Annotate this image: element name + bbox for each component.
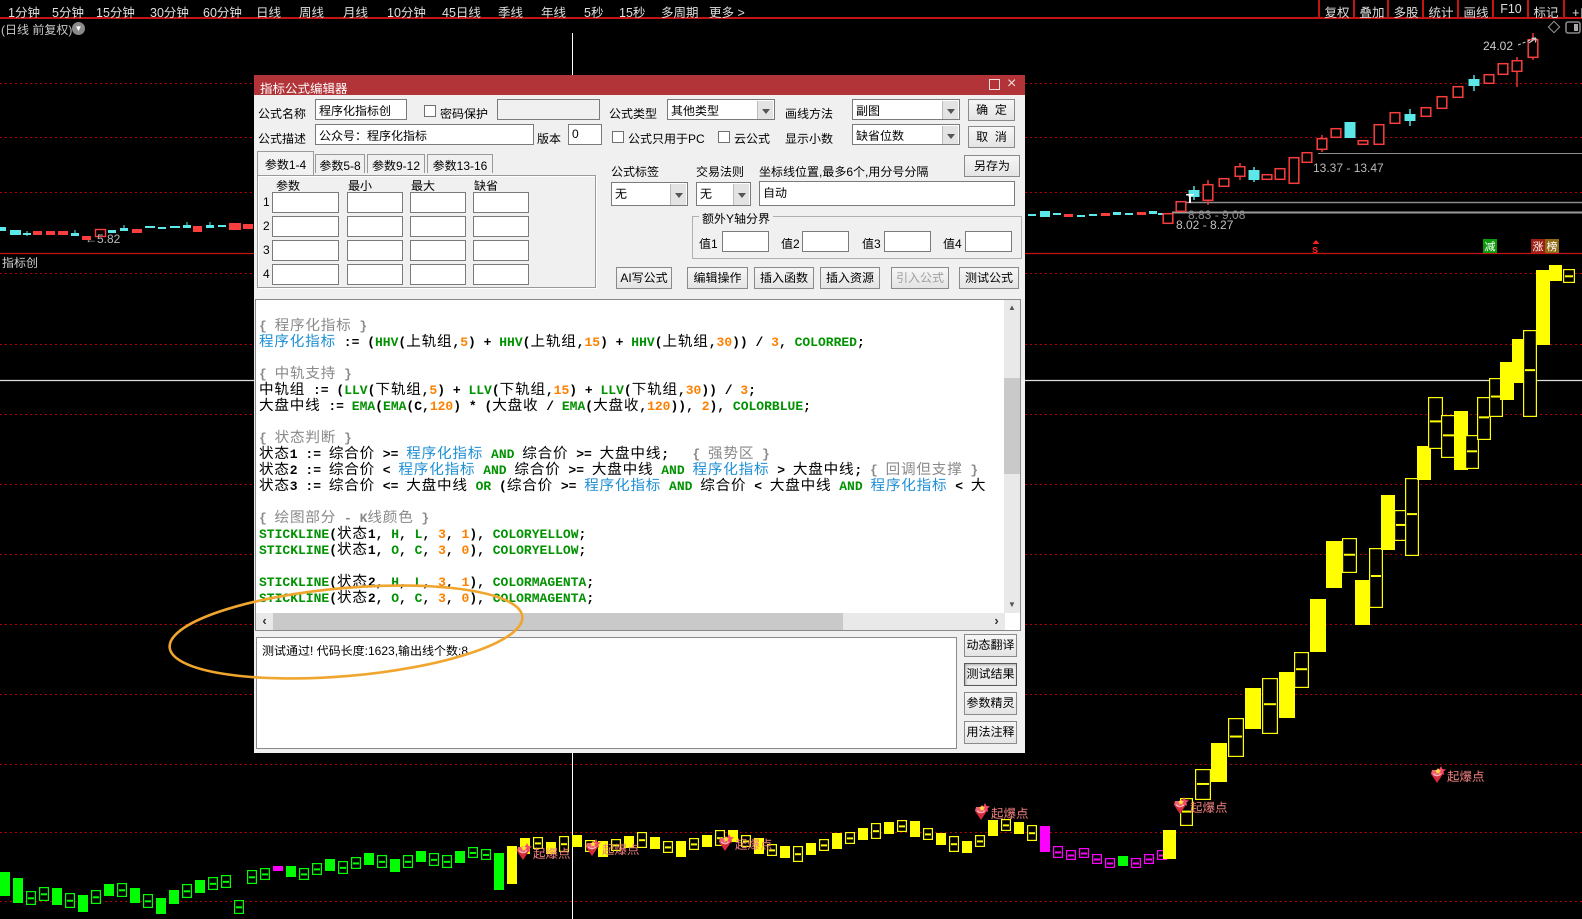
svg-text:涨: 涨 <box>1533 241 1544 254</box>
svg-text:T: T <box>1186 191 1194 206</box>
svg-text:指标创: 指标创 <box>2 256 38 270</box>
svg-text:起爆点: 起爆点 <box>1447 770 1485 784</box>
svg-text:13.37 - 13.47: 13.37 - 13.47 <box>1313 161 1384 175</box>
svg-text:s: s <box>1312 244 1318 256</box>
svg-text:榜: 榜 <box>1547 241 1558 254</box>
svg-text:8.02 - 8.27: 8.02 - 8.27 <box>1176 218 1234 232</box>
svg-text:起爆点: 起爆点 <box>1190 801 1228 815</box>
svg-text:24.02: 24.02 <box>1483 39 1513 53</box>
svg-text:起爆点: 起爆点 <box>602 843 640 857</box>
svg-text:减: 减 <box>1485 241 1496 254</box>
svg-text:起爆点: 起爆点 <box>533 847 571 861</box>
svg-text:←5.82: ←5.82 <box>85 232 121 246</box>
svg-text:起爆点: 起爆点 <box>735 838 773 852</box>
svg-text:起爆点: 起爆点 <box>991 807 1029 821</box>
